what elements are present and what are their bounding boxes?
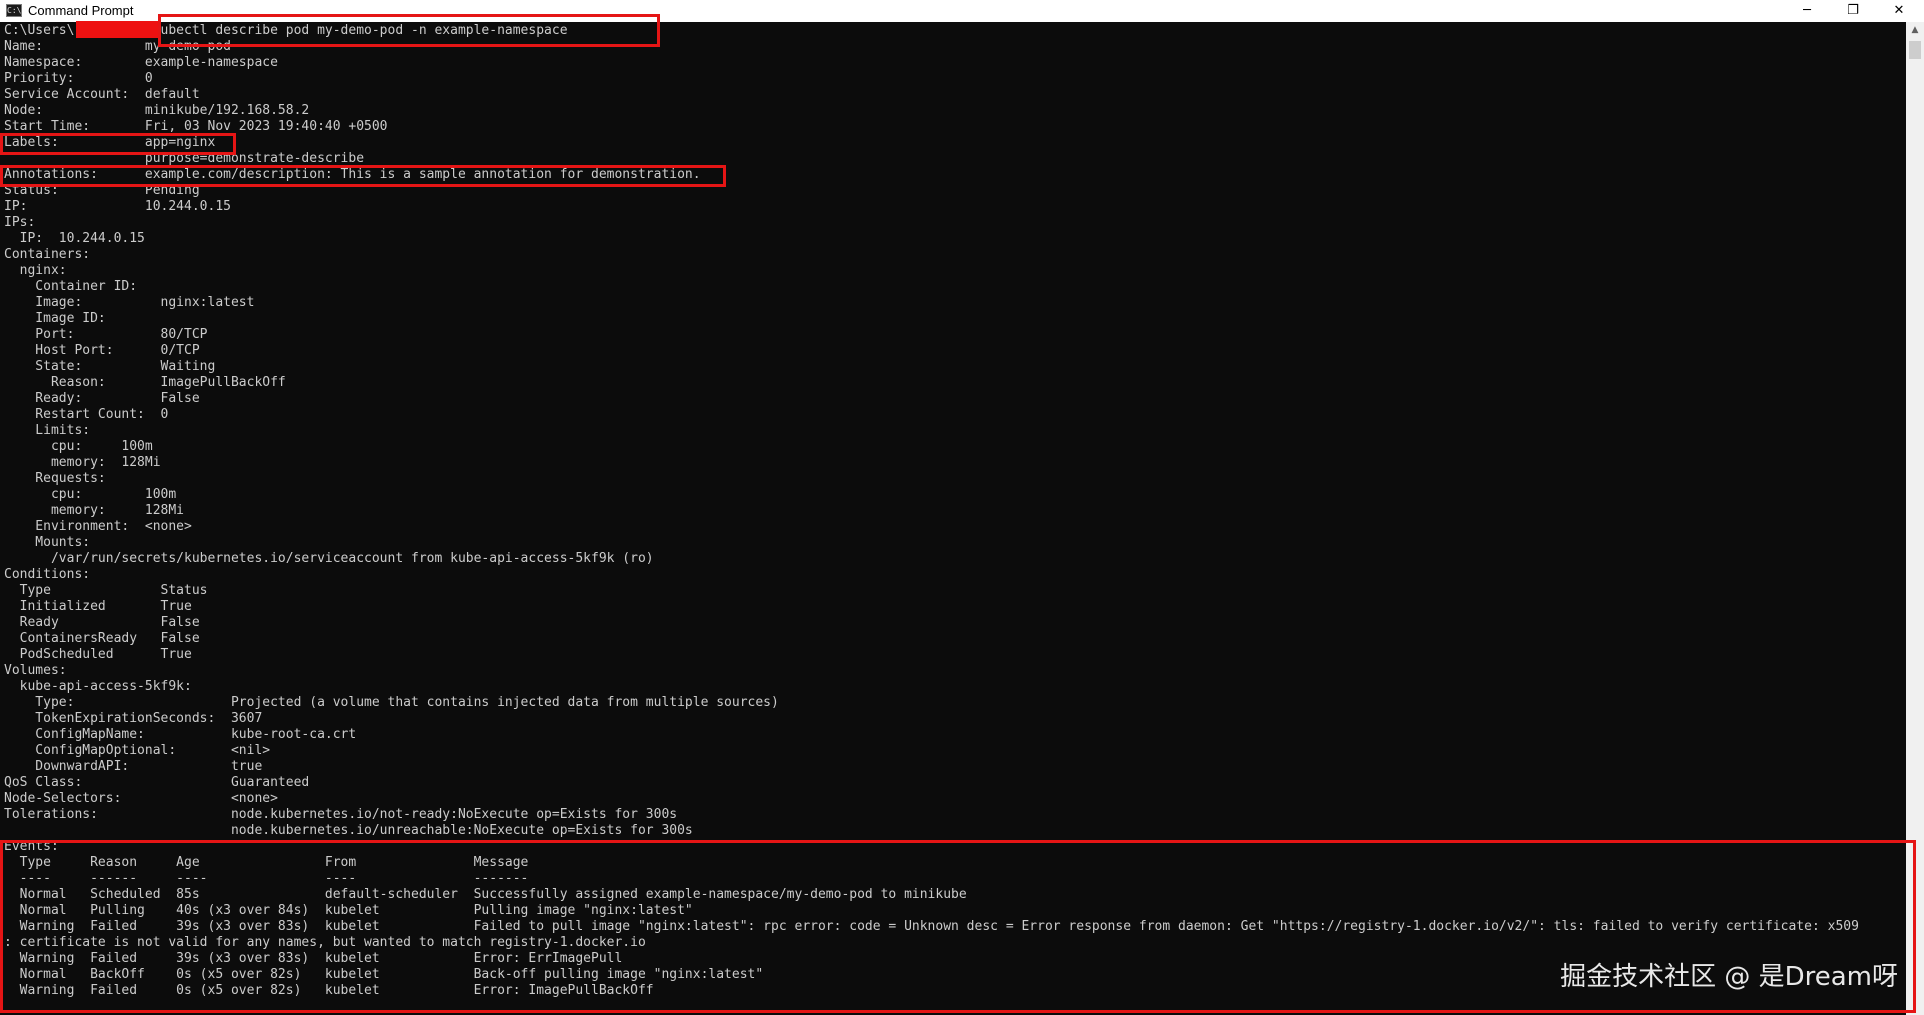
console-line: IP: 10.244.0.15 <box>4 199 231 214</box>
scroll-up-arrow-icon[interactable]: ▲ <box>1906 22 1924 39</box>
console-line: Ready: False <box>4 391 200 406</box>
console-line: ContainersReady False <box>4 631 200 646</box>
console-line: TokenExpirationSeconds: 3607 <box>4 711 263 726</box>
console-line: memory: 128Mi <box>4 503 185 518</box>
console-line: Node-Selectors: <none> <box>4 791 278 806</box>
console-line: Mounts: <box>4 535 91 550</box>
redaction-block <box>76 21 160 38</box>
console-line: Conditions: <box>4 567 91 582</box>
console-line: Reason: ImagePullBackOff <box>4 375 286 390</box>
console-line: Type: Projected (a volume that contains … <box>4 695 779 710</box>
console-line: /var/run/secrets/kubernetes.io/serviceac… <box>4 551 654 566</box>
watermark: 掘金技术社区 @ 是Dream呀 <box>1560 962 1898 992</box>
console-line: State: Waiting <box>4 359 216 374</box>
restore-button[interactable]: ❐ <box>1830 0 1876 22</box>
minimize-button[interactable]: ─ <box>1784 0 1830 22</box>
window-title: Command Prompt <box>28 3 134 18</box>
highlight-annotations <box>0 165 726 187</box>
console-line: kube-api-access-5kf9k: <box>4 679 192 694</box>
console-line: Container ID: <box>4 279 138 294</box>
console-line: PodScheduled True <box>4 647 192 662</box>
console-line: Namespace: example-namespace <box>4 55 278 70</box>
console-line: Port: 80/TCP <box>4 327 208 342</box>
console-line: cpu: 100m <box>4 439 153 454</box>
console-line: Environment: <none> <box>4 519 192 534</box>
console-line: Limits: <box>4 423 91 438</box>
console-line: memory: 128Mi <box>4 455 161 470</box>
console-line: node.kubernetes.io/unreachable:NoExecute… <box>4 823 693 838</box>
highlight-command <box>158 14 660 47</box>
console-line: Restart Count: 0 <box>4 407 169 422</box>
console-line: ConfigMapName: kube-root-ca.crt <box>4 727 357 742</box>
console-line: Containers: <box>4 247 91 262</box>
console-line: nginx: <box>4 263 67 278</box>
console-line: Initialized True <box>4 599 192 614</box>
console-line: Type Status <box>4 583 208 598</box>
console-line: Image ID: <box>4 311 106 326</box>
console-line: Priority: 0 <box>4 71 153 86</box>
console-line: IP: 10.244.0.15 <box>4 231 145 246</box>
console-line: Host Port: 0/TCP <box>4 343 200 358</box>
console-line: IPs: <box>4 215 36 230</box>
console-line: Ready False <box>4 615 200 630</box>
highlight-labels <box>0 133 236 155</box>
console-line: Node: minikube/192.168.58.2 <box>4 103 310 118</box>
scrollbar-thumb[interactable] <box>1909 41 1921 59</box>
close-button[interactable]: ✕ <box>1876 0 1922 22</box>
console-line: QoS Class: Guaranteed <box>4 775 310 790</box>
console-line: Requests: <box>4 471 106 486</box>
console-line: ConfigMapOptional: <nil> <box>4 743 271 758</box>
console-line: DownwardAPI: true <box>4 759 263 774</box>
console-line: Start Time: Fri, 03 Nov 2023 19:40:40 +0… <box>4 119 388 134</box>
console-line: Labels: app=nginx <box>4 135 216 150</box>
console-line: Service Account: default <box>4 87 200 102</box>
console-line: Tolerations: node.kubernetes.io/not-read… <box>4 807 678 822</box>
console-line: Image: nginx:latest <box>4 295 255 310</box>
console-line: cpu: 100m <box>4 487 177 502</box>
console-icon: C:\ <box>6 4 22 17</box>
console-line: Volumes: <box>4 663 67 678</box>
